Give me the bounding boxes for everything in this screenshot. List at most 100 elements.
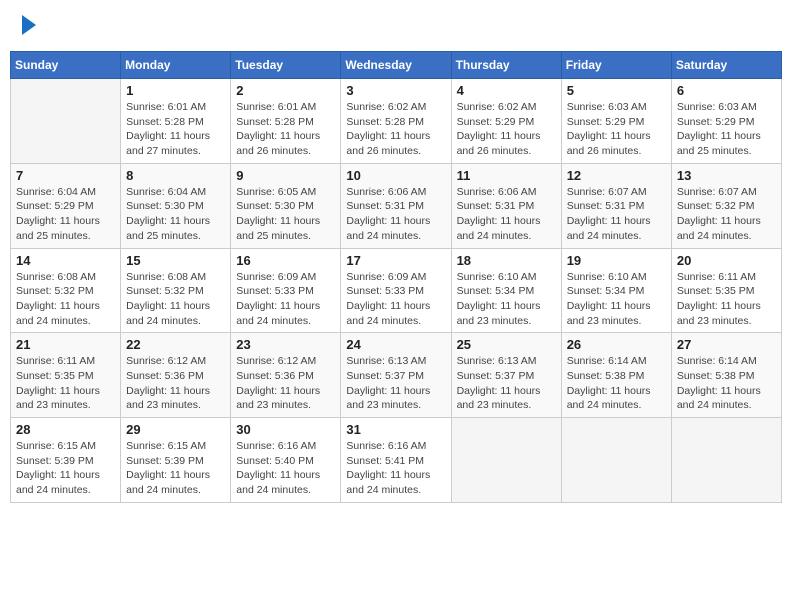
calendar-header-thursday: Thursday bbox=[451, 52, 561, 79]
calendar-cell: 25 Sunrise: 6:13 AM Sunset: 5:37 PM Dayli… bbox=[451, 333, 561, 418]
day-info: Sunrise: 6:08 AM Sunset: 5:32 PM Dayligh… bbox=[126, 270, 225, 329]
day-number: 11 bbox=[457, 168, 556, 183]
day-info: Sunrise: 6:16 AM Sunset: 5:41 PM Dayligh… bbox=[346, 439, 445, 498]
day-number: 3 bbox=[346, 83, 445, 98]
day-info: Sunrise: 6:15 AM Sunset: 5:39 PM Dayligh… bbox=[16, 439, 115, 498]
calendar-week-row: 21Sunrise: 6:11 AM Sunset: 5:35 PM Dayli… bbox=[11, 333, 782, 418]
calendar-week-row: 28 Sunrise: 6:15 AM Sunset: 5:39 PM Dayli… bbox=[11, 418, 782, 503]
calendar-cell: 4 Sunrise: 6:02 AM Sunset: 5:29 PM Daylig… bbox=[451, 79, 561, 164]
day-number: 9 bbox=[236, 168, 335, 183]
day-info: Sunrise: 6:12 AM Sunset: 5:36 PM Dayligh… bbox=[126, 354, 225, 413]
day-info: Sunrise: 6:09 AM Sunset: 5:33 PM Dayligh… bbox=[346, 270, 445, 329]
day-info: Sunrise: 6:06 AM Sunset: 5:31 PM Dayligh… bbox=[346, 185, 445, 244]
day-number: 30 bbox=[236, 422, 335, 437]
day-number: 7 bbox=[16, 168, 115, 183]
day-info: Sunrise: 6:03 AM Sunset: 5:29 PM Dayligh… bbox=[567, 100, 666, 159]
calendar-cell: 8 Sunrise: 6:04 AM Sunset: 5:30 PM Daylig… bbox=[121, 163, 231, 248]
day-info: Sunrise: 6:14 AM Sunset: 5:38 PM Dayligh… bbox=[567, 354, 666, 413]
calendar-cell: 31Sunrise: 6:16 AM Sunset: 5:41 PM Dayli… bbox=[341, 418, 451, 503]
day-number: 19 bbox=[567, 253, 666, 268]
calendar-cell: 2Sunrise: 6:01 AM Sunset: 5:28 PM Daylig… bbox=[231, 79, 341, 164]
calendar-cell: 30 Sunrise: 6:16 AM Sunset: 5:40 PM Dayli… bbox=[231, 418, 341, 503]
day-number: 20 bbox=[677, 253, 776, 268]
day-number: 28 bbox=[16, 422, 115, 437]
day-info: Sunrise: 6:10 AM Sunset: 5:34 PM Dayligh… bbox=[457, 270, 556, 329]
day-number: 24 bbox=[346, 337, 445, 352]
day-number: 6 bbox=[677, 83, 776, 98]
day-info: Sunrise: 6:02 AM Sunset: 5:29 PM Dayligh… bbox=[457, 100, 556, 159]
day-info: Sunrise: 6:04 AM Sunset: 5:30 PM Dayligh… bbox=[126, 185, 225, 244]
calendar-table: SundayMondayTuesdayWednesdayThursdayFrid… bbox=[10, 51, 782, 503]
calendar-cell: 14Sunrise: 6:08 AM Sunset: 5:32 PM Dayli… bbox=[11, 248, 121, 333]
day-info: Sunrise: 6:07 AM Sunset: 5:31 PM Dayligh… bbox=[567, 185, 666, 244]
day-number: 1 bbox=[126, 83, 225, 98]
calendar-cell bbox=[451, 418, 561, 503]
day-info: Sunrise: 6:15 AM Sunset: 5:39 PM Dayligh… bbox=[126, 439, 225, 498]
calendar-cell bbox=[11, 79, 121, 164]
calendar-header-row: SundayMondayTuesdayWednesdayThursdayFrid… bbox=[11, 52, 782, 79]
calendar-cell: 3 Sunrise: 6:02 AM Sunset: 5:28 PM Daylig… bbox=[341, 79, 451, 164]
day-number: 10 bbox=[346, 168, 445, 183]
calendar-cell: 12Sunrise: 6:07 AM Sunset: 5:31 PM Dayli… bbox=[561, 163, 671, 248]
calendar-cell: 28 Sunrise: 6:15 AM Sunset: 5:39 PM Dayli… bbox=[11, 418, 121, 503]
day-info: Sunrise: 6:16 AM Sunset: 5:40 PM Dayligh… bbox=[236, 439, 335, 498]
calendar-cell: 1 Sunrise: 6:01 AM Sunset: 5:28 PM Daylig… bbox=[121, 79, 231, 164]
day-number: 4 bbox=[457, 83, 556, 98]
day-number: 25 bbox=[457, 337, 556, 352]
day-number: 22 bbox=[126, 337, 225, 352]
day-number: 17 bbox=[346, 253, 445, 268]
calendar-cell bbox=[671, 418, 781, 503]
day-number: 5 bbox=[567, 83, 666, 98]
day-number: 15 bbox=[126, 253, 225, 268]
page-header bbox=[10, 10, 782, 43]
calendar-cell: 6 Sunrise: 6:03 AM Sunset: 5:29 PM Daylig… bbox=[671, 79, 781, 164]
day-info: Sunrise: 6:08 AM Sunset: 5:32 PM Dayligh… bbox=[16, 270, 115, 329]
calendar-cell: 27Sunrise: 6:14 AM Sunset: 5:38 PM Dayli… bbox=[671, 333, 781, 418]
day-number: 29 bbox=[126, 422, 225, 437]
calendar-cell: 16Sunrise: 6:09 AM Sunset: 5:33 PM Dayli… bbox=[231, 248, 341, 333]
day-number: 23 bbox=[236, 337, 335, 352]
calendar-cell: 26 Sunrise: 6:14 AM Sunset: 5:38 PM Dayli… bbox=[561, 333, 671, 418]
calendar-cell: 23Sunrise: 6:12 AM Sunset: 5:36 PM Dayli… bbox=[231, 333, 341, 418]
day-number: 13 bbox=[677, 168, 776, 183]
calendar-header-saturday: Saturday bbox=[671, 52, 781, 79]
calendar-header-tuesday: Tuesday bbox=[231, 52, 341, 79]
calendar-header-sunday: Sunday bbox=[11, 52, 121, 79]
day-info: Sunrise: 6:13 AM Sunset: 5:37 PM Dayligh… bbox=[346, 354, 445, 413]
day-info: Sunrise: 6:13 AM Sunset: 5:37 PM Dayligh… bbox=[457, 354, 556, 413]
day-info: Sunrise: 6:11 AM Sunset: 5:35 PM Dayligh… bbox=[677, 270, 776, 329]
calendar-cell: 21Sunrise: 6:11 AM Sunset: 5:35 PM Dayli… bbox=[11, 333, 121, 418]
calendar-cell: 15 Sunrise: 6:08 AM Sunset: 5:32 PM Dayli… bbox=[121, 248, 231, 333]
calendar-cell: 20 Sunrise: 6:11 AM Sunset: 5:35 PM Dayli… bbox=[671, 248, 781, 333]
day-number: 8 bbox=[126, 168, 225, 183]
calendar-cell: 10 Sunrise: 6:06 AM Sunset: 5:31 PM Dayli… bbox=[341, 163, 451, 248]
day-info: Sunrise: 6:03 AM Sunset: 5:29 PM Dayligh… bbox=[677, 100, 776, 159]
calendar-week-row: 14Sunrise: 6:08 AM Sunset: 5:32 PM Dayli… bbox=[11, 248, 782, 333]
day-info: Sunrise: 6:07 AM Sunset: 5:32 PM Dayligh… bbox=[677, 185, 776, 244]
day-info: Sunrise: 6:06 AM Sunset: 5:31 PM Dayligh… bbox=[457, 185, 556, 244]
logo-arrow-icon bbox=[22, 15, 36, 35]
calendar-week-row: 1 Sunrise: 6:01 AM Sunset: 5:28 PM Daylig… bbox=[11, 79, 782, 164]
calendar-header-monday: Monday bbox=[121, 52, 231, 79]
calendar-cell: 29 Sunrise: 6:15 AM Sunset: 5:39 PM Dayli… bbox=[121, 418, 231, 503]
logo bbox=[20, 18, 36, 35]
day-info: Sunrise: 6:02 AM Sunset: 5:28 PM Dayligh… bbox=[346, 100, 445, 159]
calendar-cell: 5 Sunrise: 6:03 AM Sunset: 5:29 PM Daylig… bbox=[561, 79, 671, 164]
calendar-cell: 13 Sunrise: 6:07 AM Sunset: 5:32 PM Dayli… bbox=[671, 163, 781, 248]
day-number: 2 bbox=[236, 83, 335, 98]
day-info: Sunrise: 6:04 AM Sunset: 5:29 PM Dayligh… bbox=[16, 185, 115, 244]
calendar-cell: 11 Sunrise: 6:06 AM Sunset: 5:31 PM Dayli… bbox=[451, 163, 561, 248]
day-number: 18 bbox=[457, 253, 556, 268]
calendar-body: 1 Sunrise: 6:01 AM Sunset: 5:28 PM Daylig… bbox=[11, 79, 782, 503]
day-info: Sunrise: 6:09 AM Sunset: 5:33 PM Dayligh… bbox=[236, 270, 335, 329]
day-info: Sunrise: 6:01 AM Sunset: 5:28 PM Dayligh… bbox=[126, 100, 225, 159]
calendar-cell bbox=[561, 418, 671, 503]
day-number: 27 bbox=[677, 337, 776, 352]
calendar-cell: 18 Sunrise: 6:10 AM Sunset: 5:34 PM Dayli… bbox=[451, 248, 561, 333]
calendar-header-friday: Friday bbox=[561, 52, 671, 79]
calendar-cell: 17 Sunrise: 6:09 AM Sunset: 5:33 PM Dayli… bbox=[341, 248, 451, 333]
day-info: Sunrise: 6:10 AM Sunset: 5:34 PM Dayligh… bbox=[567, 270, 666, 329]
calendar-cell: 22 Sunrise: 6:12 AM Sunset: 5:36 PM Dayli… bbox=[121, 333, 231, 418]
day-number: 26 bbox=[567, 337, 666, 352]
day-info: Sunrise: 6:11 AM Sunset: 5:35 PM Dayligh… bbox=[16, 354, 115, 413]
